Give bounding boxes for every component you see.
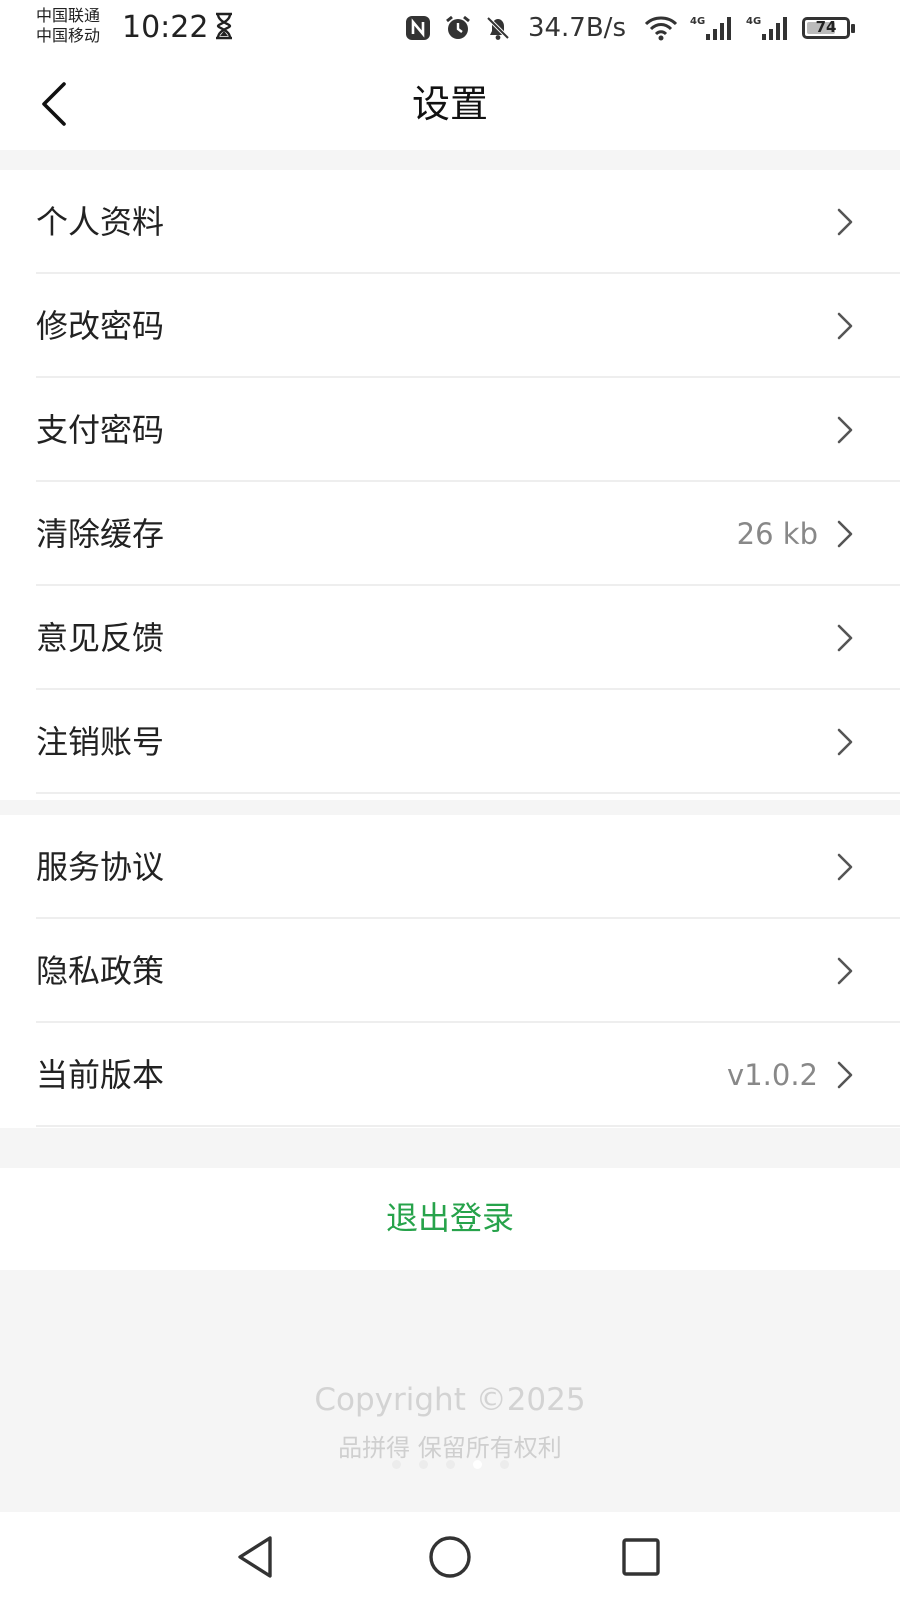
net-speed: 34.7B/s bbox=[527, 13, 626, 43]
nfc-icon bbox=[405, 16, 430, 40]
settings-group-account: 个人资料修改密码支付密码清除缓存 26 kb 意见反馈注销账号 bbox=[0, 170, 900, 800]
chevron-right-icon bbox=[837, 624, 853, 652]
settings-row-label: 清除缓存 bbox=[36, 515, 165, 553]
status-time: 10:22 bbox=[122, 10, 209, 45]
page-dot-active bbox=[472, 1460, 482, 1469]
chevron-right-icon bbox=[837, 728, 853, 756]
page-indicator bbox=[0, 1460, 900, 1469]
chevron-right-icon bbox=[837, 312, 853, 340]
page-dot bbox=[499, 1460, 509, 1469]
chevron-right-icon bbox=[837, 520, 853, 548]
network-type-label: 4G bbox=[690, 16, 705, 27]
hourglass-icon bbox=[216, 12, 232, 40]
app-header: 设置 bbox=[0, 58, 900, 150]
status-icons: 34.7B/s 4G 4G 74 bbox=[404, 10, 855, 46]
chevron-right-icon bbox=[837, 853, 853, 881]
chevron-right-icon bbox=[837, 416, 853, 444]
settings-row-label: 修改密码 bbox=[36, 307, 165, 345]
settings-group-about: 服务协议隐私政策当前版本 v1.0.2 bbox=[0, 815, 900, 1128]
chevron-right-icon bbox=[837, 208, 853, 236]
nav-recents-button[interactable] bbox=[616, 1532, 666, 1582]
square-recents-icon bbox=[622, 1538, 660, 1576]
settings-row-label: 隐私政策 bbox=[36, 952, 165, 990]
alarm-icon bbox=[446, 15, 470, 39]
settings-row[interactable]: 服务协议 bbox=[0, 815, 900, 919]
settings-row-label: 意见反馈 bbox=[36, 619, 165, 657]
settings-row-label: 当前版本 bbox=[36, 1056, 165, 1094]
network-type-label: 4G bbox=[746, 16, 761, 27]
settings-row-label: 支付密码 bbox=[36, 411, 165, 449]
circle-home-icon bbox=[429, 1536, 471, 1578]
battery-level: 74 bbox=[815, 18, 837, 36]
nav-back-button[interactable] bbox=[232, 1532, 282, 1582]
page-dot bbox=[391, 1460, 401, 1469]
settings-row-value: 26 kb bbox=[736, 517, 818, 551]
copyright-text: Copyright ©2025 bbox=[314, 1382, 586, 1418]
mute-bell-icon bbox=[486, 16, 510, 40]
wifi-icon bbox=[644, 16, 678, 41]
chevron-right-icon bbox=[837, 1061, 853, 1089]
settings-row[interactable]: 注销账号 bbox=[0, 690, 900, 794]
nav-home-button[interactable] bbox=[425, 1532, 475, 1582]
carrier-1: 中国联通 bbox=[36, 6, 101, 25]
status-bar: 中国联通 中国移动 10:22 34.7B/s 4G 4G 74 bbox=[0, 0, 900, 58]
settings-row-label: 注销账号 bbox=[36, 723, 165, 761]
triangle-back-icon bbox=[238, 1536, 272, 1578]
settings-row-label: 个人资料 bbox=[36, 203, 165, 241]
signal-icon: 4G bbox=[690, 16, 731, 40]
page-dot bbox=[445, 1460, 455, 1469]
signal-icon: 4G bbox=[746, 16, 787, 40]
settings-row[interactable]: 清除缓存 26 kb bbox=[0, 482, 900, 586]
chevron-right-icon bbox=[837, 957, 853, 985]
settings-row[interactable]: 支付密码 bbox=[0, 378, 900, 482]
battery-icon: 74 bbox=[802, 17, 855, 39]
settings-row[interactable]: 意见反馈 bbox=[0, 586, 900, 690]
page-title: 设置 bbox=[411, 82, 488, 126]
logout-label: 退出登录 bbox=[385, 1199, 514, 1237]
rights-text: 品拼得 保留所有权利 bbox=[338, 1434, 562, 1462]
settings-row-value: v1.0.2 bbox=[727, 1058, 818, 1092]
carrier-2: 中国移动 bbox=[36, 26, 101, 45]
logout-button[interactable]: 退出登录 bbox=[0, 1168, 900, 1270]
row-divider bbox=[36, 1125, 900, 1127]
page-dot bbox=[418, 1460, 428, 1469]
row-divider bbox=[36, 792, 900, 794]
settings-row-label: 服务协议 bbox=[36, 848, 165, 886]
system-nav-bar bbox=[0, 1512, 900, 1600]
settings-row[interactable]: 修改密码 bbox=[0, 274, 900, 378]
settings-row[interactable]: 当前版本 v1.0.2 bbox=[0, 1023, 900, 1127]
settings-row[interactable]: 个人资料 bbox=[0, 170, 900, 274]
settings-row[interactable]: 隐私政策 bbox=[0, 919, 900, 1023]
carrier-names: 中国联通 中国移动 bbox=[36, 6, 100, 46]
